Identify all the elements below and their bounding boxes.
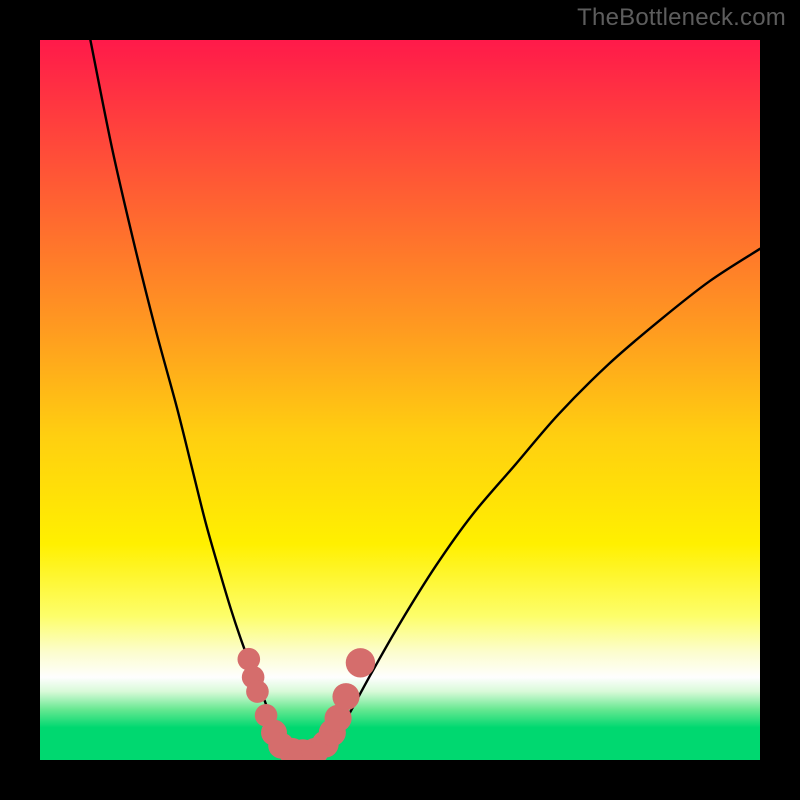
chart-frame: TheBottleneck.com — [0, 0, 800, 800]
marker-point — [346, 648, 375, 677]
watermark-text: TheBottleneck.com — [577, 4, 786, 32]
marker-point — [246, 680, 269, 703]
gradient-background — [40, 40, 760, 760]
chart-svg — [40, 40, 760, 760]
plot-area — [40, 40, 760, 760]
marker-point — [332, 683, 359, 710]
